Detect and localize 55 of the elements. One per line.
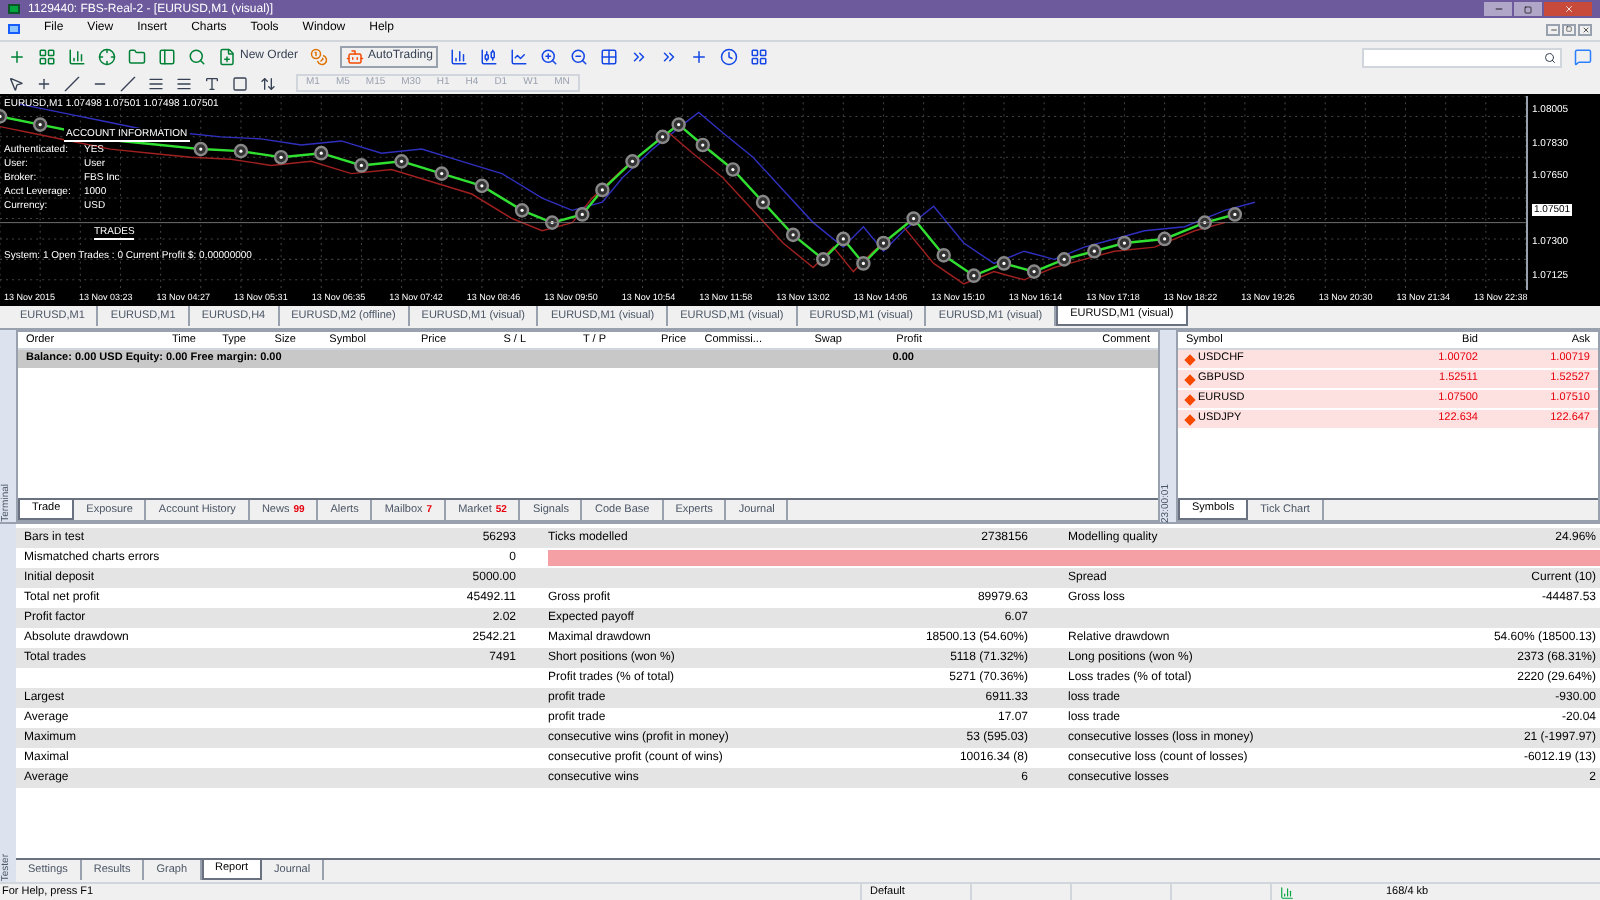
candlestick-icon[interactable] <box>480 48 499 66</box>
robot-icon <box>346 48 365 66</box>
connection-icon <box>1280 885 1294 899</box>
trade-marker <box>0 109 8 124</box>
trade-marker <box>755 194 771 210</box>
cursor-icon[interactable] <box>8 75 24 91</box>
arrows-icon[interactable] <box>260 75 276 91</box>
trade-marker <box>856 256 871 271</box>
trade-marker <box>273 149 289 165</box>
line-chart-icon[interactable] <box>510 48 529 66</box>
trade-marker <box>625 154 640 169</box>
folder-icon[interactable] <box>128 48 146 66</box>
clock-icon[interactable] <box>720 48 739 66</box>
trade-marker <box>1157 231 1172 247</box>
trade-marker <box>32 117 48 132</box>
grid-icon[interactable] <box>600 48 619 66</box>
trade-marker <box>996 256 1012 271</box>
trade-marker <box>314 145 329 161</box>
search-field[interactable] <box>1362 47 1562 67</box>
trade-marker <box>966 268 982 284</box>
new-order-icon <box>218 48 236 66</box>
panel-icon[interactable] <box>158 48 176 66</box>
trade-marker <box>695 137 710 153</box>
close-icon[interactable] <box>1578 23 1592 35</box>
zoom-in-icon[interactable] <box>540 48 559 66</box>
profiles-icon[interactable] <box>38 48 56 66</box>
chart-icon[interactable] <box>68 48 86 66</box>
coins-icon[interactable] <box>310 48 329 66</box>
bar-chart-icon[interactable] <box>450 48 469 66</box>
trade-marker <box>434 166 449 181</box>
search-icon <box>1544 51 1556 63</box>
trade-marker <box>595 182 610 198</box>
trade-marker <box>1087 243 1102 259</box>
trade-marker <box>233 143 249 159</box>
trade-marker <box>474 178 490 194</box>
trade-marker <box>1117 235 1132 251</box>
trade-marker <box>936 247 951 263</box>
chat-icon[interactable] <box>1574 48 1592 66</box>
trade-marker <box>876 235 891 251</box>
search-icon[interactable] <box>188 48 206 66</box>
minimize-icon[interactable] <box>1484 2 1512 16</box>
zoom-out-icon[interactable] <box>570 48 589 66</box>
trade-marker <box>1026 264 1042 279</box>
trade-marker <box>725 162 741 177</box>
trendline-icon[interactable] <box>120 75 136 91</box>
trade-marker <box>394 154 409 169</box>
trade-marker <box>354 158 369 173</box>
trade-marker <box>816 252 831 267</box>
trade-marker <box>1056 252 1072 267</box>
trade-marker <box>785 227 801 243</box>
add-chart-icon[interactable] <box>8 48 26 66</box>
trade-marker <box>836 231 851 247</box>
trade-marker <box>193 141 209 157</box>
text-icon[interactable] <box>204 75 220 91</box>
trade-marker <box>514 203 530 218</box>
